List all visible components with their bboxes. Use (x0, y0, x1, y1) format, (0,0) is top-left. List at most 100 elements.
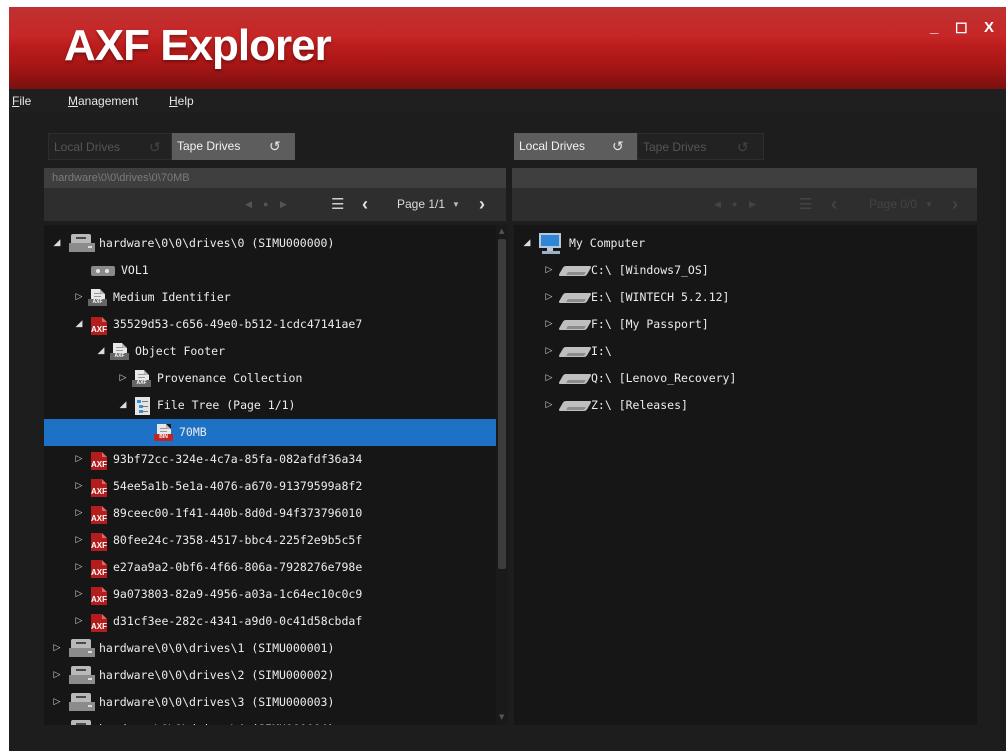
tree-row[interactable]: VOL1 (44, 257, 496, 284)
tree-item-label: hardware\0\0\drives\0 (SIMU000000) (99, 236, 335, 250)
collapsed-arrow-icon[interactable]: ▷ (544, 392, 554, 419)
first-page-icon[interactable]: ◀ (245, 188, 252, 221)
tree-row[interactable]: ▷ AXF d31cf3ee-282c-4341-a9d0-0c41d58cbdaf (44, 608, 496, 635)
collapsed-arrow-icon[interactable]: ▷ (544, 257, 554, 284)
app-title: AXF Explorer (64, 21, 332, 70)
collapsed-arrow-icon[interactable]: ▷ (74, 446, 84, 473)
page-dropdown-icon[interactable]: ▼ (925, 188, 933, 221)
previous-page-icon[interactable]: ‹ (362, 188, 368, 221)
tree-row[interactable]: ▷ E:\ [WINTECH 5.2.12] (514, 284, 977, 311)
left-scrollbar[interactable]: ▲ ▼ (496, 225, 508, 725)
next-page-icon[interactable]: › (479, 188, 485, 221)
collapsed-arrow-icon[interactable]: ▷ (74, 581, 84, 608)
left-tab-bar: Local Drives ↺ Tape Drives ↺ (48, 133, 298, 160)
menu-file[interactable]: File (12, 94, 31, 108)
collapsed-arrow-icon[interactable]: ▷ (52, 689, 62, 716)
tree-row[interactable]: ▷ Z:\ [Releases] (514, 392, 977, 419)
tree-row[interactable]: ◢ AXF 35529d53-c656-49e0-b512-1cdc47141ae7 (44, 311, 496, 338)
last-page-icon[interactable]: ▶ (749, 188, 756, 221)
collapsed-arrow-icon[interactable]: ▷ (544, 284, 554, 311)
tree-item-label: 35529d53-c656-49e0-b512-1cdc47141ae7 (113, 317, 363, 331)
collapsed-arrow-icon[interactable]: ▷ (74, 500, 84, 527)
collapsed-arrow-icon[interactable]: ▷ (118, 365, 128, 392)
collapsed-arrow-icon[interactable]: ▷ (74, 284, 84, 311)
collapsed-arrow-icon[interactable]: ▷ (52, 635, 62, 662)
expanded-arrow-icon[interactable]: ◢ (118, 392, 128, 419)
list-view-icon[interactable]: ☰ (331, 188, 344, 221)
left-tree: ◢ hardware\0\0\drives\0 (SIMU000000) VOL1 ▷… (44, 225, 496, 725)
page-dropdown-icon[interactable]: ▼ (452, 188, 460, 221)
collapsed-arrow-icon[interactable]: ▷ (52, 662, 62, 689)
list-view-icon[interactable]: ☰ (799, 188, 812, 221)
tree-row[interactable]: ▷ AXF 9a073803-82a9-4956-a03a-1c64ec10c0c9 (44, 581, 496, 608)
tree-row[interactable]: ▷ C:\ [Windows7_OS] (514, 257, 977, 284)
left-scrollbar-thumb[interactable] (498, 239, 506, 569)
maximize-button[interactable]: ☐ (955, 20, 968, 37)
collapsed-arrow-icon[interactable]: ▷ (52, 716, 62, 725)
tree-row[interactable]: BIN 70MB (44, 419, 496, 446)
left-tab-local-drives[interactable]: Local Drives ↺ (48, 133, 172, 160)
previous-page-icon[interactable]: ‹ (831, 188, 837, 221)
next-page-icon[interactable]: › (952, 188, 958, 221)
tree-row[interactable]: ▷ AXF 54ee5a1b-5e1a-4076-a670-91379599a8f2 (44, 473, 496, 500)
axf-object-icon: AXF (91, 452, 107, 470)
tree-row[interactable]: ▷ F:\ [My Passport] (514, 311, 977, 338)
tree-row[interactable]: ▷ hardware\0\0\drives\1 (SIMU000001) (44, 635, 496, 662)
tree-row[interactable]: ▷ Q:\ [Lenovo_Recovery] (514, 365, 977, 392)
scroll-down-icon[interactable]: ▼ (499, 713, 504, 721)
axf-document-icon: AXF (88, 289, 107, 306)
expanded-arrow-icon[interactable]: ◢ (52, 230, 62, 257)
close-button[interactable]: X (984, 19, 994, 36)
last-page-icon[interactable]: ▶ (280, 188, 287, 221)
tree-row[interactable]: ▷ AXF e27aa9a2-0bf6-4f66-806a-7928276e798e (44, 554, 496, 581)
tree-row[interactable]: ▷ hardware\0\0\drives\3 (SIMU000003) (44, 689, 496, 716)
refresh-icon[interactable]: ↺ (612, 133, 624, 160)
collapsed-arrow-icon[interactable]: ▷ (74, 527, 84, 554)
refresh-icon[interactable]: ↺ (737, 134, 749, 161)
tree-item-label: I:\ (591, 344, 612, 358)
tree-row[interactable]: ▷ hardware\0\0\drives\2 (SIMU000002) (44, 662, 496, 689)
tree-row[interactable]: ◢ AXF Object Footer (44, 338, 496, 365)
tree-row[interactable]: ◢ My Computer (514, 230, 977, 257)
first-page-icon[interactable]: ◀ (714, 188, 721, 221)
expanded-arrow-icon[interactable]: ◢ (522, 230, 532, 257)
tree-row[interactable]: ▷ AXF Provenance Collection (44, 365, 496, 392)
page-indicator[interactable]: Page 0/0 (869, 188, 917, 221)
tree-row[interactable]: ◢ hardware\0\0\drives\0 (SIMU000000) (44, 230, 496, 257)
collapsed-arrow-icon[interactable]: ▷ (74, 608, 84, 635)
tree-item-label: hardware\0\0\drives\3 (SIMU000003) (99, 695, 335, 709)
collapsed-arrow-icon[interactable]: ▷ (74, 554, 84, 581)
file-tree-icon (135, 397, 150, 415)
page-indicator[interactable]: Page 1/1 (397, 188, 445, 221)
tree-item-label: d31cf3ee-282c-4341-a9d0-0c41d58cbdaf (113, 614, 363, 628)
left-tab-tape-drives[interactable]: Tape Drives ↺ (172, 133, 295, 160)
minimize-button[interactable]: _ (930, 19, 938, 36)
tree-row[interactable]: ▷ AXF 89ceec00-1f41-440b-8d0d-94f373796010 (44, 500, 496, 527)
right-tree: ◢ My Computer ▷ C:\ [Windows7_OS] ▷ E:\ [WINT… (514, 225, 977, 725)
collapsed-arrow-icon[interactable]: ▷ (74, 473, 84, 500)
tree-row[interactable]: ◢ File Tree (Page 1/1) (44, 392, 496, 419)
tree-row[interactable]: ▷ AXF Medium Identifier (44, 284, 496, 311)
app-window: AXF Explorer _ ☐ X File Management Help … (9, 7, 1006, 751)
tree-row[interactable]: ▷ AXF 93bf72cc-324e-4c7a-85fa-082afdf36a34 (44, 446, 496, 473)
expanded-arrow-icon[interactable]: ◢ (74, 311, 84, 338)
tree-item-label: 89ceec00-1f41-440b-8d0d-94f373796010 (113, 506, 363, 520)
tree-row[interactable]: ▷ hardware\0\0\drives\4 (SIMU000004) (44, 716, 496, 725)
menu-help[interactable]: Help (169, 94, 194, 108)
tree-row[interactable]: ▷ AXF 80fee24c-7358-4517-bbc4-225f2e9b5c5f (44, 527, 496, 554)
refresh-icon[interactable]: ↺ (149, 134, 161, 161)
tree-item-label: Z:\ [Releases] (591, 398, 688, 412)
collapsed-arrow-icon[interactable]: ▷ (544, 338, 554, 365)
scroll-up-icon[interactable]: ▲ (499, 227, 504, 235)
right-tab-local-drives[interactable]: Local Drives ↺ (514, 133, 637, 160)
tree-row[interactable]: ▷ I:\ (514, 338, 977, 365)
tree-item-label: hardware\0\0\drives\4 (SIMU000004) (99, 716, 334, 725)
collapsed-arrow-icon[interactable]: ▷ (544, 365, 554, 392)
expanded-arrow-icon[interactable]: ◢ (96, 338, 106, 365)
tree-item-label: e27aa9a2-0bf6-4f66-806a-7928276e798e (113, 560, 363, 574)
collapsed-arrow-icon[interactable]: ▷ (544, 311, 554, 338)
right-tab-tape-drives[interactable]: Tape Drives ↺ (637, 133, 764, 160)
menu-management[interactable]: Management (68, 94, 138, 108)
refresh-icon[interactable]: ↺ (269, 133, 281, 160)
tape-drive-icon (69, 234, 95, 254)
